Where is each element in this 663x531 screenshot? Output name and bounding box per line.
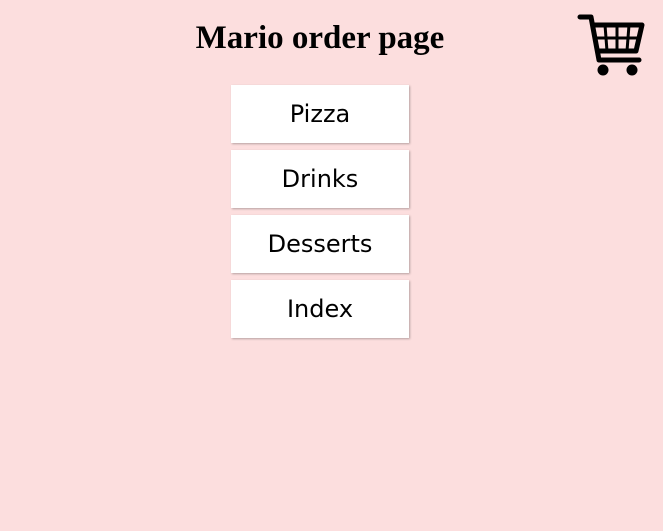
shopping-cart-icon-graphic xyxy=(577,14,645,76)
pizza-button[interactable]: Pizza xyxy=(231,85,409,143)
page-title: Mario order page xyxy=(195,20,445,56)
shopping-cart-icon[interactable] xyxy=(577,10,645,78)
index-button[interactable]: Index xyxy=(231,280,409,338)
order-menu: Pizza Drinks Desserts Index xyxy=(231,85,409,345)
desserts-button[interactable]: Desserts xyxy=(231,215,409,273)
drinks-button[interactable]: Drinks xyxy=(231,150,409,208)
